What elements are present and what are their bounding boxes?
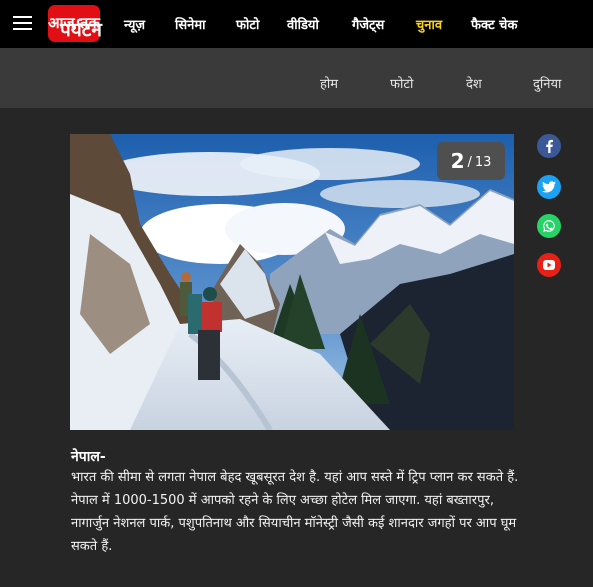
slide-total: 13 — [474, 155, 492, 170]
subnav-photo[interactable]: फोटो — [390, 74, 413, 92]
article-title: नेपाल- — [71, 449, 106, 465]
subnav-country[interactable]: देश — [466, 74, 482, 92]
slide-current: 2 — [450, 149, 465, 173]
hamburger-menu-icon[interactable] — [13, 15, 32, 31]
article-body: भारत की सीमा से लगता नेपाल बेहद खूबसूरत … — [71, 470, 519, 554]
nav-item-photo[interactable]: फोटो — [236, 0, 259, 48]
nav-item-gadgets[interactable]: गैजेट्स — [352, 0, 384, 48]
twitter-icon[interactable] — [537, 175, 561, 199]
nav-item-election[interactable]: चुनाव — [416, 0, 442, 48]
youtube-icon[interactable] — [537, 253, 561, 277]
nav-item-video[interactable]: वीडियो — [287, 0, 319, 48]
slide-counter: 2 / 13 — [437, 142, 505, 180]
whatsapp-icon[interactable] — [537, 214, 561, 238]
section-bar — [0, 48, 593, 108]
nav-item-fact-check[interactable]: फैक्ट चेक — [471, 0, 517, 48]
nav-item-cinema[interactable]: सिनेमा — [175, 0, 206, 48]
nav-item-news[interactable]: न्यूज़ — [124, 0, 145, 48]
slide-separator: / — [467, 155, 472, 170]
facebook-icon[interactable] — [537, 134, 561, 158]
section-title: पर्यटन — [60, 19, 102, 41]
subnav-world[interactable]: दुनिया — [533, 74, 561, 92]
subnav-home[interactable]: होम — [320, 74, 338, 92]
